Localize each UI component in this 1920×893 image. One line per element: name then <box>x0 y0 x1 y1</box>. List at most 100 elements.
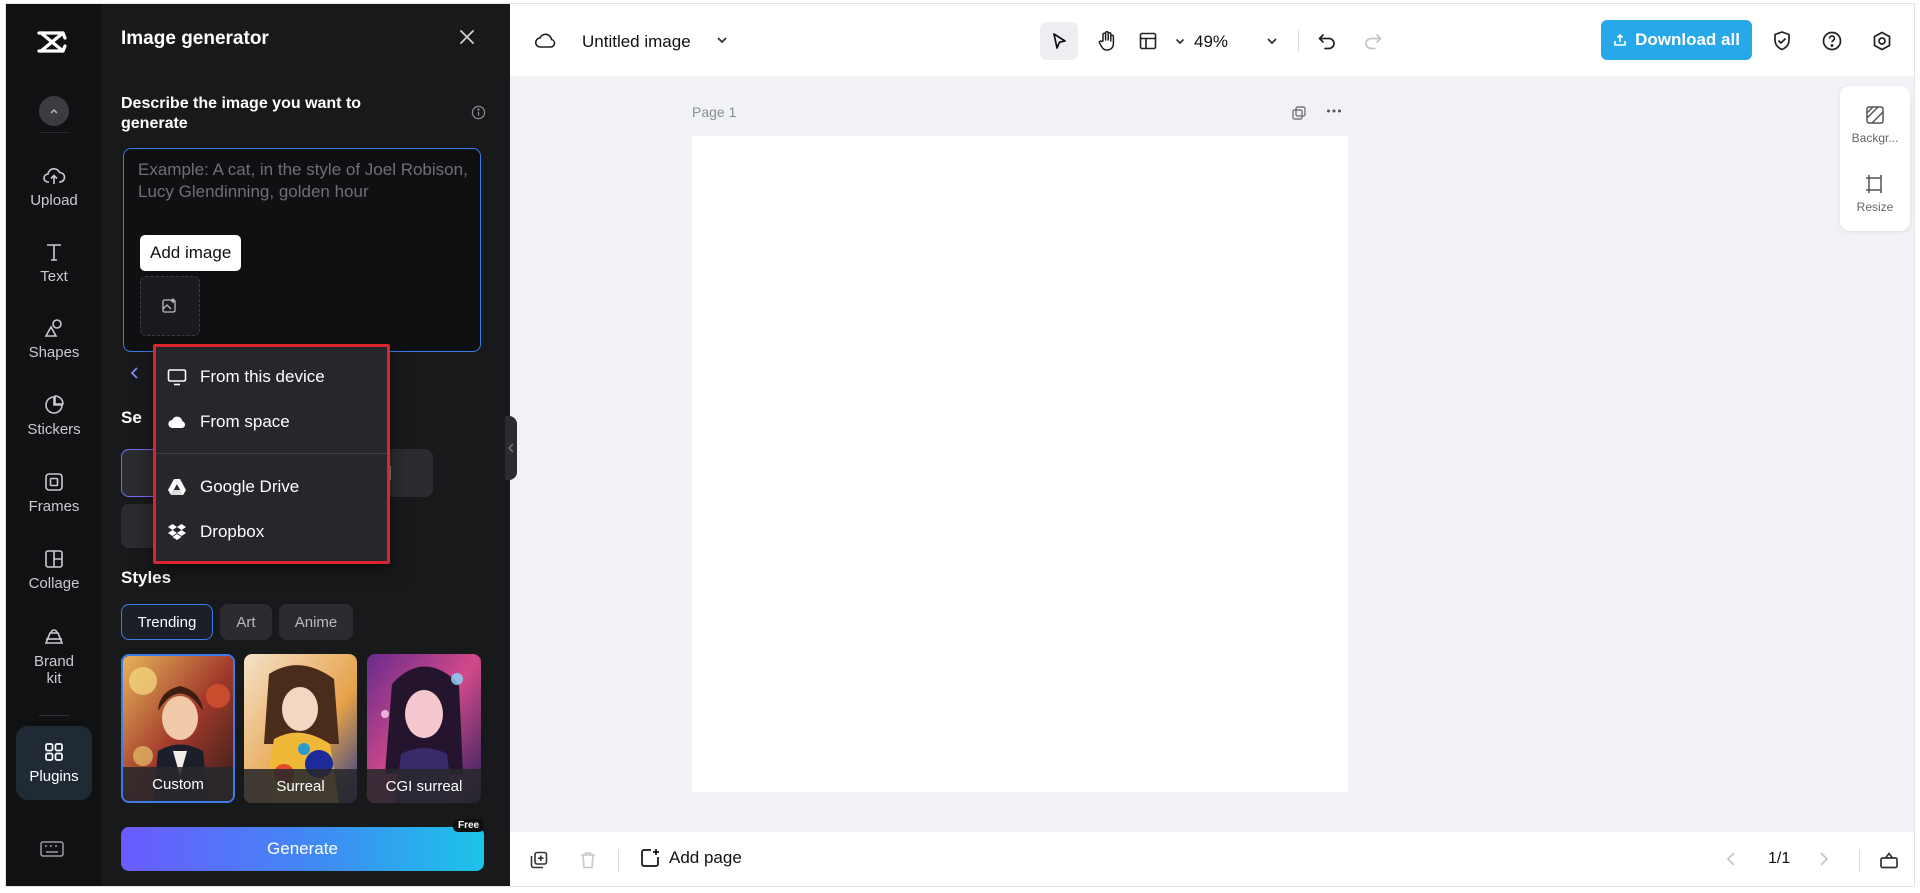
image-add-icon <box>162 298 176 313</box>
resize-tool-button[interactable]: Resize <box>1840 173 1910 214</box>
chevron-down-icon <box>1267 38 1277 45</box>
redo-icon <box>1365 34 1382 50</box>
background-tool-button[interactable]: Backgr... <box>1840 104 1910 145</box>
rail-item-stickers[interactable]: Stickers <box>16 393 92 438</box>
monitor-icon <box>167 369 187 386</box>
add-page-button[interactable]: Add page <box>639 847 742 869</box>
hand-tool-button[interactable] <box>1088 22 1126 60</box>
sticker-icon <box>45 395 64 414</box>
duplicate-page-icon[interactable] <box>1291 105 1307 121</box>
add-page-label: Add page <box>669 848 742 867</box>
menu-item-label: From space <box>200 412 290 431</box>
shapes-icon <box>44 319 62 337</box>
style-card-label: CGI surreal <box>367 769 481 803</box>
rail-item-label: Text <box>40 268 68 285</box>
next-page-icon[interactable] <box>1817 850 1831 868</box>
rail-item-label: Collage <box>28 575 80 592</box>
download-all-button[interactable]: Download all <box>1601 20 1752 60</box>
text-icon <box>47 244 61 261</box>
menu-item-google-drive[interactable]: Google Drive <box>167 469 299 505</box>
cloud-icon <box>168 416 186 429</box>
undo-button[interactable] <box>1312 22 1342 60</box>
menu-item-dropbox[interactable]: Dropbox <box>167 514 264 550</box>
page-counter: 1/1 <box>1768 850 1791 867</box>
menu-item-from-this-device[interactable]: From this device <box>167 359 325 395</box>
style-card-label: Custom <box>123 767 233 801</box>
keyboard-shortcuts-icon[interactable] <box>39 839 65 859</box>
gear-icon <box>1873 31 1891 51</box>
layout-menu-button[interactable] <box>1138 22 1186 60</box>
toolbar-divider <box>1298 30 1299 52</box>
download-all-label: Download all <box>1635 30 1740 49</box>
free-badge: Free <box>453 819 485 832</box>
resize-icon <box>1866 175 1882 193</box>
toolbar-divider <box>618 850 619 872</box>
style-card-cgi-surreal[interactable]: CGI surreal <box>367 654 481 803</box>
undo-icon <box>1318 34 1335 50</box>
prompt-input[interactable] <box>138 159 468 219</box>
select-tool-button[interactable] <box>1040 22 1078 60</box>
menu-item-from-space[interactable]: From space <box>167 404 290 440</box>
info-icon[interactable] <box>471 105 486 120</box>
settings-button[interactable] <box>1866 22 1898 60</box>
rail-item-upload[interactable]: Upload <box>16 164 92 209</box>
page-label: Page 1 <box>692 104 737 120</box>
rail-item-shapes[interactable]: Shapes <box>16 316 92 361</box>
previous-page-icon[interactable] <box>1724 850 1738 868</box>
style-tab-trending[interactable]: Trending <box>121 604 213 640</box>
close-icon[interactable] <box>458 28 476 46</box>
rail-item-frames[interactable]: Frames <box>16 470 92 515</box>
zoom-level[interactable]: 49% <box>1194 32 1228 52</box>
google-drive-icon <box>168 479 186 495</box>
prompt-label: Describe the image you want to generate <box>121 95 362 132</box>
plugins-grid-icon <box>45 743 63 761</box>
prompt-box: Add image <box>123 148 481 352</box>
background-tool-label: Backgr... <box>1851 131 1899 145</box>
page-manager-icon[interactable] <box>1878 850 1900 870</box>
zoom-menu-button[interactable] <box>1262 22 1282 60</box>
style-tab-anime[interactable]: Anime <box>279 604 353 640</box>
style-card-custom[interactable]: Custom <box>121 654 235 803</box>
chevron-down-icon[interactable] <box>715 33 729 47</box>
top-toolbar: Untitled image 49% Download all <box>510 4 1914 76</box>
add-image-dropdown: From this device From space Google Drive… <box>153 344 390 564</box>
rail-item-collage[interactable]: Collage <box>16 547 92 592</box>
cloud-sync-icon[interactable] <box>534 30 558 50</box>
collapse-rail-button[interactable] <box>39 96 69 126</box>
more-options-icon[interactable] <box>1325 102 1343 120</box>
rail-divider <box>39 132 69 133</box>
app-window: Upload Text Shapes Stickers Frames Colla… <box>5 3 1915 887</box>
background-icon <box>1866 106 1884 124</box>
help-button[interactable] <box>1816 22 1848 60</box>
capcut-logo-icon[interactable] <box>34 24 74 64</box>
frame-icon <box>45 473 63 491</box>
redo-button[interactable] <box>1358 22 1388 60</box>
section-label-partial: Se <box>121 408 142 427</box>
bottom-toolbar: Add page 1/1 <box>510 832 1914 886</box>
add-image-slot[interactable] <box>140 276 200 336</box>
rail-item-brand-kit[interactable]: Brand kit <box>16 625 92 687</box>
delete-page-icon[interactable] <box>578 850 598 870</box>
chevron-left-icon[interactable] <box>129 366 139 380</box>
rail-item-label: Upload <box>30 192 78 209</box>
panel-collapse-handle[interactable] <box>505 416 517 480</box>
dropbox-icon <box>168 524 186 540</box>
rail-item-plugins[interactable]: Plugins <box>16 726 92 800</box>
upload-cloud-icon <box>43 168 66 184</box>
cursor-icon <box>1053 33 1066 49</box>
resize-tool-label: Resize <box>1856 200 1894 214</box>
canvas-page[interactable] <box>692 136 1348 792</box>
style-tab-art[interactable]: Art <box>220 604 272 640</box>
security-button[interactable] <box>1766 22 1798 60</box>
style-card-surreal[interactable]: Surreal <box>244 654 357 803</box>
generate-button[interactable]: Generate <box>121 827 484 871</box>
menu-divider <box>156 453 387 454</box>
rail-item-label: Frames <box>28 498 80 515</box>
rail-item-text[interactable]: Text <box>16 240 92 285</box>
layout-icon <box>1139 32 1157 50</box>
collage-icon <box>45 550 63 568</box>
document-title[interactable]: Untitled image <box>582 32 691 52</box>
duplicate-page-icon[interactable] <box>529 850 549 870</box>
left-rail: Upload Text Shapes Stickers Frames Colla… <box>6 4 101 886</box>
add-image-button[interactable]: Add image <box>140 235 242 271</box>
